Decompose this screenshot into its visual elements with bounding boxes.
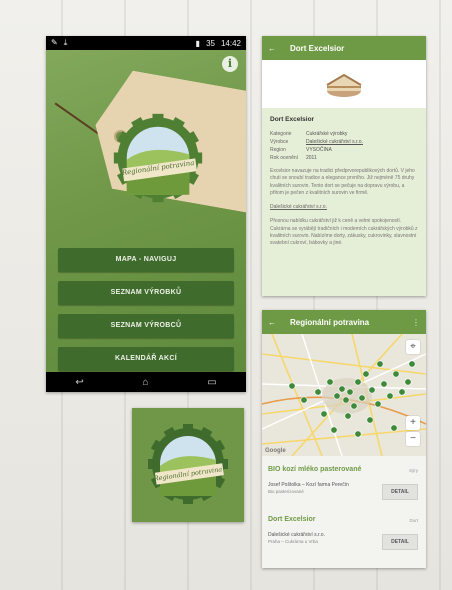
card-title: BIO kozí mléko pasterované [268,466,362,473]
app-icon-tile: Regionální potravina [132,408,244,522]
field-value: 2011 [306,155,317,161]
android-nav-bar: ↩ ⌂ ▭ [46,372,246,392]
my-location-button[interactable]: ⌖ [406,340,420,354]
product-image [262,60,426,108]
overflow-menu-icon[interactable]: ⋮ [412,318,420,327]
home-screen: i Regionální potravina MAPA - NAVIGUJ SE… [46,50,246,372]
recents-icon[interactable]: ▭ [207,377,216,388]
map-provider-logo: Google [265,448,286,454]
regional-food-seal-logo: Regionální potravina [148,424,228,504]
download-icon: ⤓ [63,38,68,47]
detail-body: Dort Excelsior Kategorie Cukrářské výrobk… [262,108,426,255]
back-icon[interactable]: ↩ [75,377,83,388]
field-key: Region [270,147,286,153]
home-screen-phone: ✎ ⤓ ▮ 35 14:42 i Regionální potravina MA… [46,36,246,392]
map-toolbar: ← Regionální potravina ⋮ [262,310,426,334]
info-button[interactable]: i [222,56,238,72]
status-bar: ✎ ⤓ ▮ 35 14:42 [46,36,246,50]
field-row: Výrobce Dalešické cukrářství s.r.o. [270,139,418,145]
description-2: Přesnou nabídku cukrářství již k ceně a … [270,218,418,246]
field-row: Rok ocenění 2011 [270,155,418,161]
back-arrow-icon[interactable]: ← [268,44,276,53]
battery-level: 35 [206,38,215,48]
field-value: Cukrářské výrobky [306,131,348,137]
field-key: Výrobce [270,139,289,145]
product-card[interactable]: Dort Excelsior Dort Dalešické cukrářství… [268,516,420,556]
zoom-out-button[interactable]: − [406,432,420,446]
detail-toolbar-title: Dort Excelsior [290,43,345,53]
zoom-in-button[interactable]: + [406,416,420,430]
home-icon[interactable]: ⌂ [142,377,148,388]
product-title: Dort Excelsior [270,116,315,123]
detail-button[interactable]: DETAIL [382,534,418,550]
field-row: Kategorie Cukrářské výrobky [270,131,418,137]
map-navigate-button[interactable]: MAPA - NAVIGUJ [58,248,234,272]
producers-list-button[interactable]: SEZNAM VÝROBCŮ [58,314,234,338]
cake-icon [326,73,362,97]
events-calendar-button[interactable]: KALENDÁŘ AKCÍ [58,347,234,371]
signal-icon: ▮ [195,38,201,48]
status-time: 14:42 [220,38,241,48]
tools-icon: ✎ [51,38,58,47]
field-key: Rok ocenění [270,155,299,161]
regional-food-seal-logo: Regionální potravina [113,113,203,203]
map-canvas [262,334,426,456]
map-screen: ← Regionální potravina ⋮ ⌖ + − Google BI… [262,310,426,568]
card-title: Dort Excelsior [268,516,316,523]
field-value: VYSOČINA [306,147,332,153]
field-row: Region VYSOČINA [270,147,418,153]
producer-text-link[interactable]: Dalešické cukrářství s.r.o. [270,204,418,211]
card-tag: Dort [409,518,418,523]
detail-button[interactable]: DETAIL [382,484,418,500]
detail-toolbar: ← Dort Excelsior [262,36,426,60]
map-toolbar-title: Regionální potravina [290,317,370,327]
producer-link[interactable]: Dalešické cukrářství s.r.o. [306,139,363,145]
product-detail-screen: ← Dort Excelsior Dort Excelsior Kategori… [262,36,426,296]
product-card[interactable]: BIO kozí mléko pasterované Sýry Josef Po… [268,466,420,506]
products-list-button[interactable]: SEZNAM VÝROBKŮ [58,281,234,305]
map-view[interactable]: ⌖ + − Google [262,334,426,456]
back-arrow-icon[interactable]: ← [268,318,276,327]
card-tag: Sýry [409,468,418,473]
field-key: Kategorie [270,131,292,137]
description: Excelsior navazuje na tradici předprvore… [270,168,415,196]
